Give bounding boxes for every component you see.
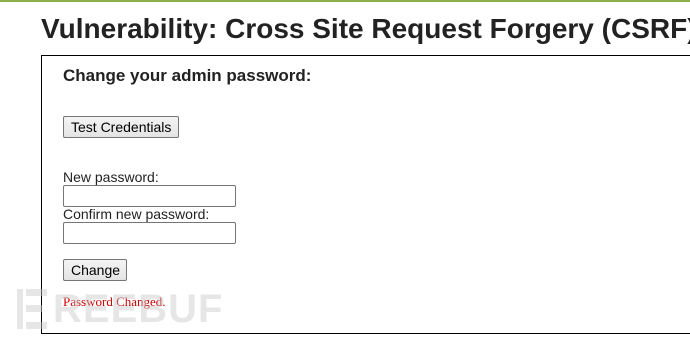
form-heading: Change your admin password: (63, 66, 312, 85)
test-credentials-button[interactable]: Test Credentials (63, 116, 179, 138)
vulnerable-code-area: Change your admin password: Test Credent… (41, 55, 690, 334)
change-button[interactable]: Change (63, 259, 127, 281)
new-password-label: New password: (63, 169, 159, 185)
page-title: Vulnerability: Cross Site Request Forger… (41, 13, 690, 44)
top-accent-rule (0, 0, 690, 2)
new-password-input[interactable] (63, 185, 236, 207)
confirm-password-label: Confirm new password: (63, 206, 210, 222)
status-message: Password Changed. (63, 294, 166, 309)
confirm-password-input[interactable] (63, 222, 236, 244)
